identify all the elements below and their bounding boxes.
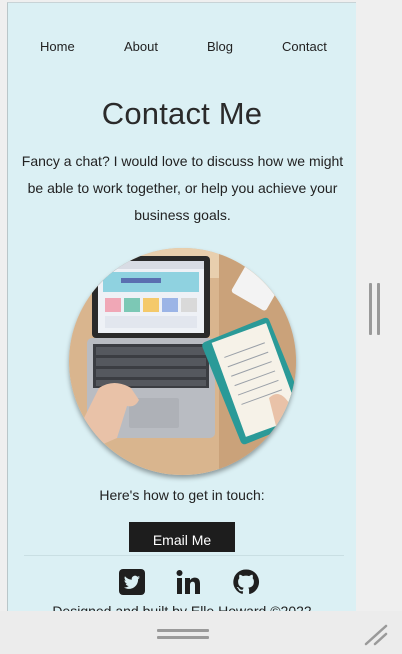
nav-link-blog[interactable]: Blog xyxy=(207,39,233,54)
horizontal-resize-handle[interactable] xyxy=(157,629,209,639)
intro-text: Fancy a chat? I would love to discuss ho… xyxy=(21,153,344,223)
social-links xyxy=(8,568,356,598)
bottom-resize-bar xyxy=(0,611,402,654)
nav-link-about[interactable]: About xyxy=(124,39,158,54)
website-viewport: Home About Blog Contact Contact Me Fancy… xyxy=(7,2,356,611)
contact-prompt: Here's how to get in touch: xyxy=(99,487,265,503)
linkedin-icon[interactable] xyxy=(175,568,203,596)
email-me-button[interactable]: Email Me xyxy=(129,522,235,552)
footer-credit: Designed and built by Elle Howard ©2022 xyxy=(52,603,312,611)
github-icon[interactable] xyxy=(232,568,260,596)
laptop-desk-photo xyxy=(69,248,296,475)
vertical-resize-handle[interactable] xyxy=(369,283,381,335)
resize-grip-icon[interactable] xyxy=(363,622,389,646)
nav-link-contact[interactable]: Contact xyxy=(282,39,327,54)
twitter-icon[interactable] xyxy=(118,568,146,596)
page-title: Contact Me xyxy=(101,96,263,131)
footer-divider xyxy=(24,555,344,556)
nav-link-home[interactable]: Home xyxy=(40,39,75,54)
